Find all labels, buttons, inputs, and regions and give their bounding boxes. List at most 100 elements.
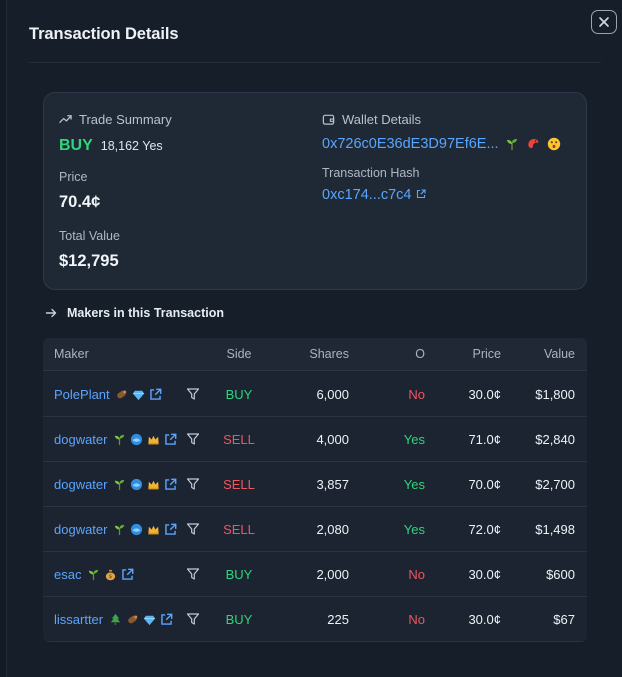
price-cell-text: 30.0¢ bbox=[468, 566, 501, 582]
maker-name-link[interactable]: lissartter bbox=[54, 612, 103, 627]
price-cell: 30.0¢ bbox=[435, 372, 501, 416]
shrimp-icon bbox=[526, 137, 541, 152]
maker-cell: dogwater bbox=[54, 462, 180, 506]
outcome-cell-text: Yes bbox=[403, 521, 425, 537]
col-value: Value bbox=[543, 347, 575, 361]
table-row: dogwater SELL 2,080 Yes 72.0¢ $1,498 bbox=[43, 507, 587, 552]
outcome-cell: Yes bbox=[365, 462, 425, 506]
value-cell: $1,498 bbox=[509, 507, 575, 551]
maker-name-link[interactable]: dogwater bbox=[54, 432, 107, 447]
shares-cell: 6,000 bbox=[283, 372, 349, 416]
trade-summary-card: Trade Summary BUY 18,162 Yes Price 70.4¢… bbox=[43, 92, 587, 290]
price-cell: 72.0¢ bbox=[435, 507, 501, 551]
price-cell-text: 30.0¢ bbox=[468, 386, 501, 402]
external-link-icon[interactable] bbox=[159, 612, 173, 626]
value-cell-text: $2,840 bbox=[535, 431, 575, 447]
modal-title: Transaction Details bbox=[29, 25, 179, 43]
maker-cell: dogwater bbox=[54, 417, 180, 461]
filter-icon[interactable] bbox=[186, 417, 200, 461]
external-link-icon[interactable] bbox=[163, 432, 177, 446]
seedling-icon bbox=[112, 432, 126, 446]
value-cell-text: $67 bbox=[553, 611, 575, 627]
makers-heading-label: Makers in this Transaction bbox=[67, 306, 224, 320]
seedling-icon bbox=[505, 137, 520, 152]
price-cell-text: 71.0¢ bbox=[468, 431, 501, 447]
outcome-cell-text: No bbox=[408, 386, 425, 402]
external-link-icon[interactable] bbox=[163, 477, 177, 491]
money-bag-icon: $ bbox=[103, 567, 117, 581]
value-cell: $600 bbox=[509, 552, 575, 596]
col-outcome: O bbox=[415, 347, 425, 361]
external-link-icon[interactable] bbox=[149, 387, 163, 401]
whale-icon bbox=[129, 432, 143, 446]
crown-icon bbox=[146, 432, 160, 446]
seedling-icon bbox=[112, 522, 126, 536]
external-link-icon[interactable] bbox=[120, 567, 134, 581]
outcome-cell-text: No bbox=[408, 611, 425, 627]
outcome-cell: No bbox=[365, 372, 425, 416]
whale-icon bbox=[129, 477, 143, 491]
transaction-details-modal: Transaction Details Trade Summary BUY 18… bbox=[6, 0, 622, 677]
trade-summary-section: Trade Summary BUY 18,162 Yes Price 70.4¢… bbox=[59, 111, 299, 271]
maker-cell: lissartter bbox=[54, 597, 176, 641]
wallet-details-label: Wallet Details bbox=[342, 111, 421, 127]
trade-summary-label: Trade Summary bbox=[79, 111, 172, 127]
price-value: 70.4¢ bbox=[59, 193, 101, 211]
value-cell-text: $600 bbox=[546, 566, 575, 582]
price-cell-text: 30.0¢ bbox=[468, 611, 501, 627]
value-cell: $67 bbox=[509, 597, 575, 641]
seedling-icon bbox=[112, 477, 126, 491]
crown-icon bbox=[146, 477, 160, 491]
price-cell: 71.0¢ bbox=[435, 417, 501, 461]
external-link-icon[interactable] bbox=[163, 522, 177, 536]
side-cell: SELL bbox=[211, 462, 267, 506]
log-icon bbox=[125, 612, 139, 626]
filter-icon[interactable] bbox=[186, 372, 200, 416]
close-button[interactable] bbox=[591, 10, 617, 34]
col-maker: Maker bbox=[54, 347, 89, 361]
whale-icon bbox=[129, 522, 143, 536]
maker-name-link[interactable]: esac bbox=[54, 567, 81, 582]
value-cell: $1,800 bbox=[509, 372, 575, 416]
col-price: Price bbox=[472, 347, 501, 361]
transaction-hash-label: Transaction Hash bbox=[322, 166, 420, 180]
table-row: lissartter BUY 225 No 30.0¢ $67 bbox=[43, 597, 587, 642]
outcome-cell: No bbox=[365, 597, 425, 641]
col-shares: Shares bbox=[309, 347, 349, 361]
outcome-cell-text: Yes bbox=[403, 431, 425, 447]
wallet-address-link[interactable]: 0x726c0E36dE3D97Ef6E... bbox=[322, 136, 499, 152]
external-link-icon[interactable] bbox=[416, 187, 427, 203]
shares-cell-text: 2,080 bbox=[316, 521, 349, 537]
maker-name-link[interactable]: dogwater bbox=[54, 477, 107, 492]
maker-cell: PolePlant bbox=[54, 372, 166, 416]
log-icon bbox=[115, 387, 129, 401]
side-cell: BUY bbox=[211, 597, 267, 641]
wallet-row: 0x726c0E36dE3D97Ef6E... bbox=[322, 136, 584, 152]
table-row: dogwater SELL 3,857 Yes 70.0¢ $2,700 bbox=[43, 462, 587, 507]
value-cell-text: $2,700 bbox=[535, 476, 575, 492]
filter-icon[interactable] bbox=[186, 462, 200, 506]
tree-icon bbox=[108, 612, 122, 626]
value-cell: $2,700 bbox=[509, 462, 575, 506]
svg-text:$: $ bbox=[109, 574, 113, 580]
trade-shares: 18,162 Yes bbox=[100, 139, 163, 153]
side-cell-text: SELL bbox=[223, 521, 255, 537]
trade-summary-heading: Trade Summary bbox=[59, 111, 299, 127]
value-cell: $2,840 bbox=[509, 417, 575, 461]
arrow-right-icon bbox=[45, 308, 57, 318]
table-header: Maker Side Shares O Price Value bbox=[43, 338, 587, 371]
maker-name-link[interactable]: PolePlant bbox=[54, 387, 110, 402]
outcome-cell-text: Yes bbox=[403, 476, 425, 492]
trend-up-icon bbox=[59, 114, 72, 123]
makers-table: Maker Side Shares O Price Value PolePlan… bbox=[43, 338, 587, 642]
price-cell-text: 70.0¢ bbox=[468, 476, 501, 492]
transaction-hash-link[interactable]: 0xc174...c7c4 bbox=[322, 187, 411, 203]
title-divider bbox=[29, 62, 601, 63]
maker-name-link[interactable]: dogwater bbox=[54, 522, 107, 537]
filter-icon[interactable] bbox=[186, 552, 200, 596]
filter-icon[interactable] bbox=[186, 597, 200, 641]
filter-icon[interactable] bbox=[186, 507, 200, 551]
transaction-hash-row: 0xc174...c7c4 bbox=[322, 187, 584, 203]
wallet-details-heading: Wallet Details bbox=[322, 111, 584, 127]
outcome-cell-text: No bbox=[408, 566, 425, 582]
